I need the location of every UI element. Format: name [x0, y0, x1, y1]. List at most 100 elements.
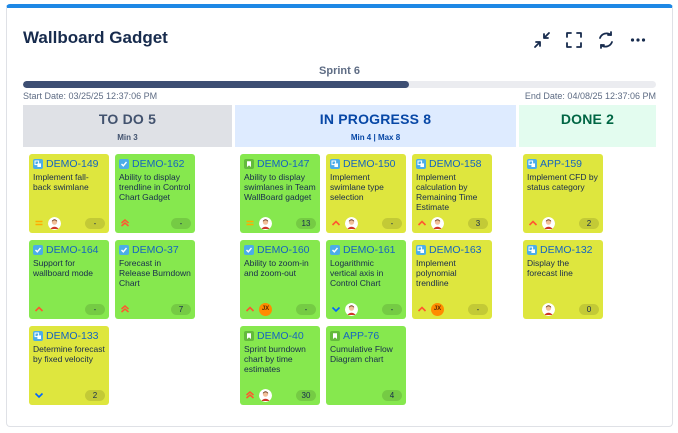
sprint-name: Sprint 6 — [319, 65, 360, 77]
refresh-icon[interactable] — [590, 28, 622, 52]
issue-key-link[interactable]: DEMO-162 — [119, 158, 191, 170]
task-type-icon — [330, 245, 340, 255]
task-type-icon — [119, 159, 129, 169]
issue-card[interactable]: DEMO-149 Implement fall-back swimlane - — [29, 154, 109, 233]
issue-card[interactable]: APP-76 Cumulative Flow Diagram chart 4 — [326, 326, 406, 405]
sprint-progress-bar — [23, 81, 656, 88]
task-type-icon — [119, 245, 129, 255]
issue-key[interactable]: DEMO-150 — [343, 158, 396, 170]
issue-card[interactable]: DEMO-164 Support for wallboard mode - — [29, 240, 109, 319]
assignee-avatar[interactable] — [542, 216, 555, 230]
subtask-type-icon — [527, 245, 537, 255]
issue-key[interactable]: DEMO-162 — [132, 158, 185, 170]
card-footer: 4 — [330, 388, 402, 402]
issue-key[interactable]: DEMO-161 — [343, 244, 396, 256]
issue-key-link[interactable]: DEMO-133 — [33, 330, 105, 342]
sprint-progress-fill — [23, 81, 410, 88]
issue-key[interactable]: DEMO-164 — [46, 244, 99, 256]
issue-summary: Forecast in Release Burndown Chart — [119, 258, 191, 288]
assignee-avatar[interactable] — [259, 388, 272, 402]
issue-summary: Ability to display trendline in Control … — [119, 172, 191, 202]
fullscreen-icon[interactable] — [558, 28, 590, 52]
assignee-avatar[interactable] — [345, 302, 358, 316]
issue-card[interactable]: DEMO-160 Ability to zoom-in and zoom-out J… — [240, 240, 320, 319]
issue-key-link[interactable]: DEMO-40 — [244, 330, 316, 342]
collapse-icon[interactable] — [526, 28, 558, 52]
issue-key-link[interactable]: DEMO-147 — [244, 158, 316, 170]
column-header-todo: TO DO 5 Min 3 — [23, 105, 232, 147]
issue-key-link[interactable]: DEMO-164 — [33, 244, 105, 256]
issue-key-link[interactable]: DEMO-158 — [416, 158, 488, 170]
issue-key[interactable]: DEMO-147 — [257, 158, 310, 170]
issue-key-link[interactable]: DEMO-163 — [416, 244, 488, 256]
more-icon[interactable] — [622, 28, 654, 52]
card-footer: 30 — [244, 388, 316, 402]
wallboard-gadget: Wallboard Gadget Sprint 6 Start Date: 03… — [6, 4, 673, 427]
card-footer: - — [119, 216, 191, 230]
column-header-done: DONE 2 — [519, 105, 656, 147]
assignee-avatar[interactable] — [259, 216, 272, 230]
issue-card[interactable]: DEMO-40 Sprint burndown chart by time est… — [240, 326, 320, 405]
issue-card[interactable]: DEMO-163 Implement polynomial trendline JX… — [412, 240, 492, 319]
assignee-avatar[interactable]: JX — [431, 302, 444, 316]
issue-key-link[interactable]: DEMO-132 — [527, 244, 599, 256]
estimate-badge: - — [382, 217, 402, 229]
issue-key[interactable]: DEMO-149 — [46, 158, 99, 170]
issue-key[interactable]: DEMO-163 — [429, 244, 482, 256]
card-footer: 3 — [416, 216, 488, 230]
issue-card[interactable]: DEMO-161 Logarithmic vertical axis in Con… — [326, 240, 406, 319]
issue-key-link[interactable]: DEMO-150 — [330, 158, 402, 170]
issue-key[interactable]: APP-76 — [343, 330, 379, 342]
estimate-badge: 2 — [579, 217, 599, 229]
issue-card[interactable]: DEMO-162 Ability to display trendline in … — [115, 154, 195, 233]
subtask-type-icon — [33, 331, 43, 341]
issue-card[interactable]: DEMO-150 Implement swimlane type selectio… — [326, 154, 406, 233]
issue-key[interactable]: DEMO-132 — [540, 244, 593, 256]
subtask-type-icon — [33, 159, 43, 169]
estimate-badge: 30 — [296, 389, 316, 401]
assignee-avatar[interactable] — [542, 302, 555, 316]
assignee-avatar[interactable] — [431, 216, 444, 230]
gadget-toolbar — [526, 28, 654, 52]
priority-high-icon — [33, 303, 45, 315]
priority-highest-icon — [119, 303, 131, 315]
issue-card[interactable]: DEMO-147 Ability to display swimlanes in … — [240, 154, 320, 233]
assignee-avatar[interactable] — [345, 216, 358, 230]
column-title-todo: TO DO 5 — [98, 111, 157, 127]
priority-highest-icon — [119, 217, 131, 229]
issue-key-link[interactable]: DEMO-161 — [330, 244, 402, 256]
estimate-badge: - — [85, 217, 105, 229]
issue-card[interactable]: APP-159 Implement CFD by status category 2 — [523, 154, 603, 233]
issue-key[interactable]: APP-159 — [540, 158, 582, 170]
estimate-badge: 7 — [171, 303, 191, 315]
card-footer: - — [330, 216, 402, 230]
assignee-avatar[interactable]: JX — [259, 302, 272, 316]
card-footer: - — [33, 216, 105, 230]
issue-key[interactable]: DEMO-160 — [257, 244, 310, 256]
issue-key-link[interactable]: APP-159 — [527, 158, 599, 170]
issue-summary: Ability to zoom-in and zoom-out — [244, 258, 309, 278]
issue-key[interactable]: DEMO-40 — [257, 330, 304, 342]
issue-summary: Support for wallboard mode — [33, 258, 94, 278]
card-footer: 2 — [33, 388, 105, 402]
estimate-badge: - — [171, 217, 191, 229]
issue-card[interactable]: DEMO-132 Display the forecast line 0 — [523, 240, 603, 319]
issue-key-link[interactable]: DEMO-149 — [33, 158, 105, 170]
issue-summary: Implement CFD by status category — [527, 172, 598, 192]
issue-key[interactable]: DEMO-158 — [429, 158, 482, 170]
issue-key-link[interactable]: DEMO-37 — [119, 244, 191, 256]
issue-card[interactable]: DEMO-158 Implement calculation by Remaini… — [412, 154, 492, 233]
column-title-done: DONE 2 — [560, 111, 615, 127]
issue-card[interactable]: DEMO-37 Forecast in Release Burndown Char… — [115, 240, 195, 319]
issue-key-link[interactable]: APP-76 — [330, 330, 402, 342]
assignee-avatar[interactable] — [48, 216, 61, 230]
sprint-start-date: Start Date: 03/25/25 12:37:06 PM — [23, 91, 158, 101]
card-footer: JX - — [244, 302, 316, 316]
story-type-icon — [244, 159, 254, 169]
issue-card[interactable]: DEMO-133 Determine forecast by fixed velo… — [29, 326, 109, 405]
issue-key[interactable]: DEMO-133 — [46, 330, 99, 342]
issue-summary: Implement swimlane type selection — [330, 172, 384, 202]
issue-key-link[interactable]: DEMO-160 — [244, 244, 316, 256]
priority-high-icon — [416, 217, 428, 229]
issue-key[interactable]: DEMO-37 — [132, 244, 179, 256]
